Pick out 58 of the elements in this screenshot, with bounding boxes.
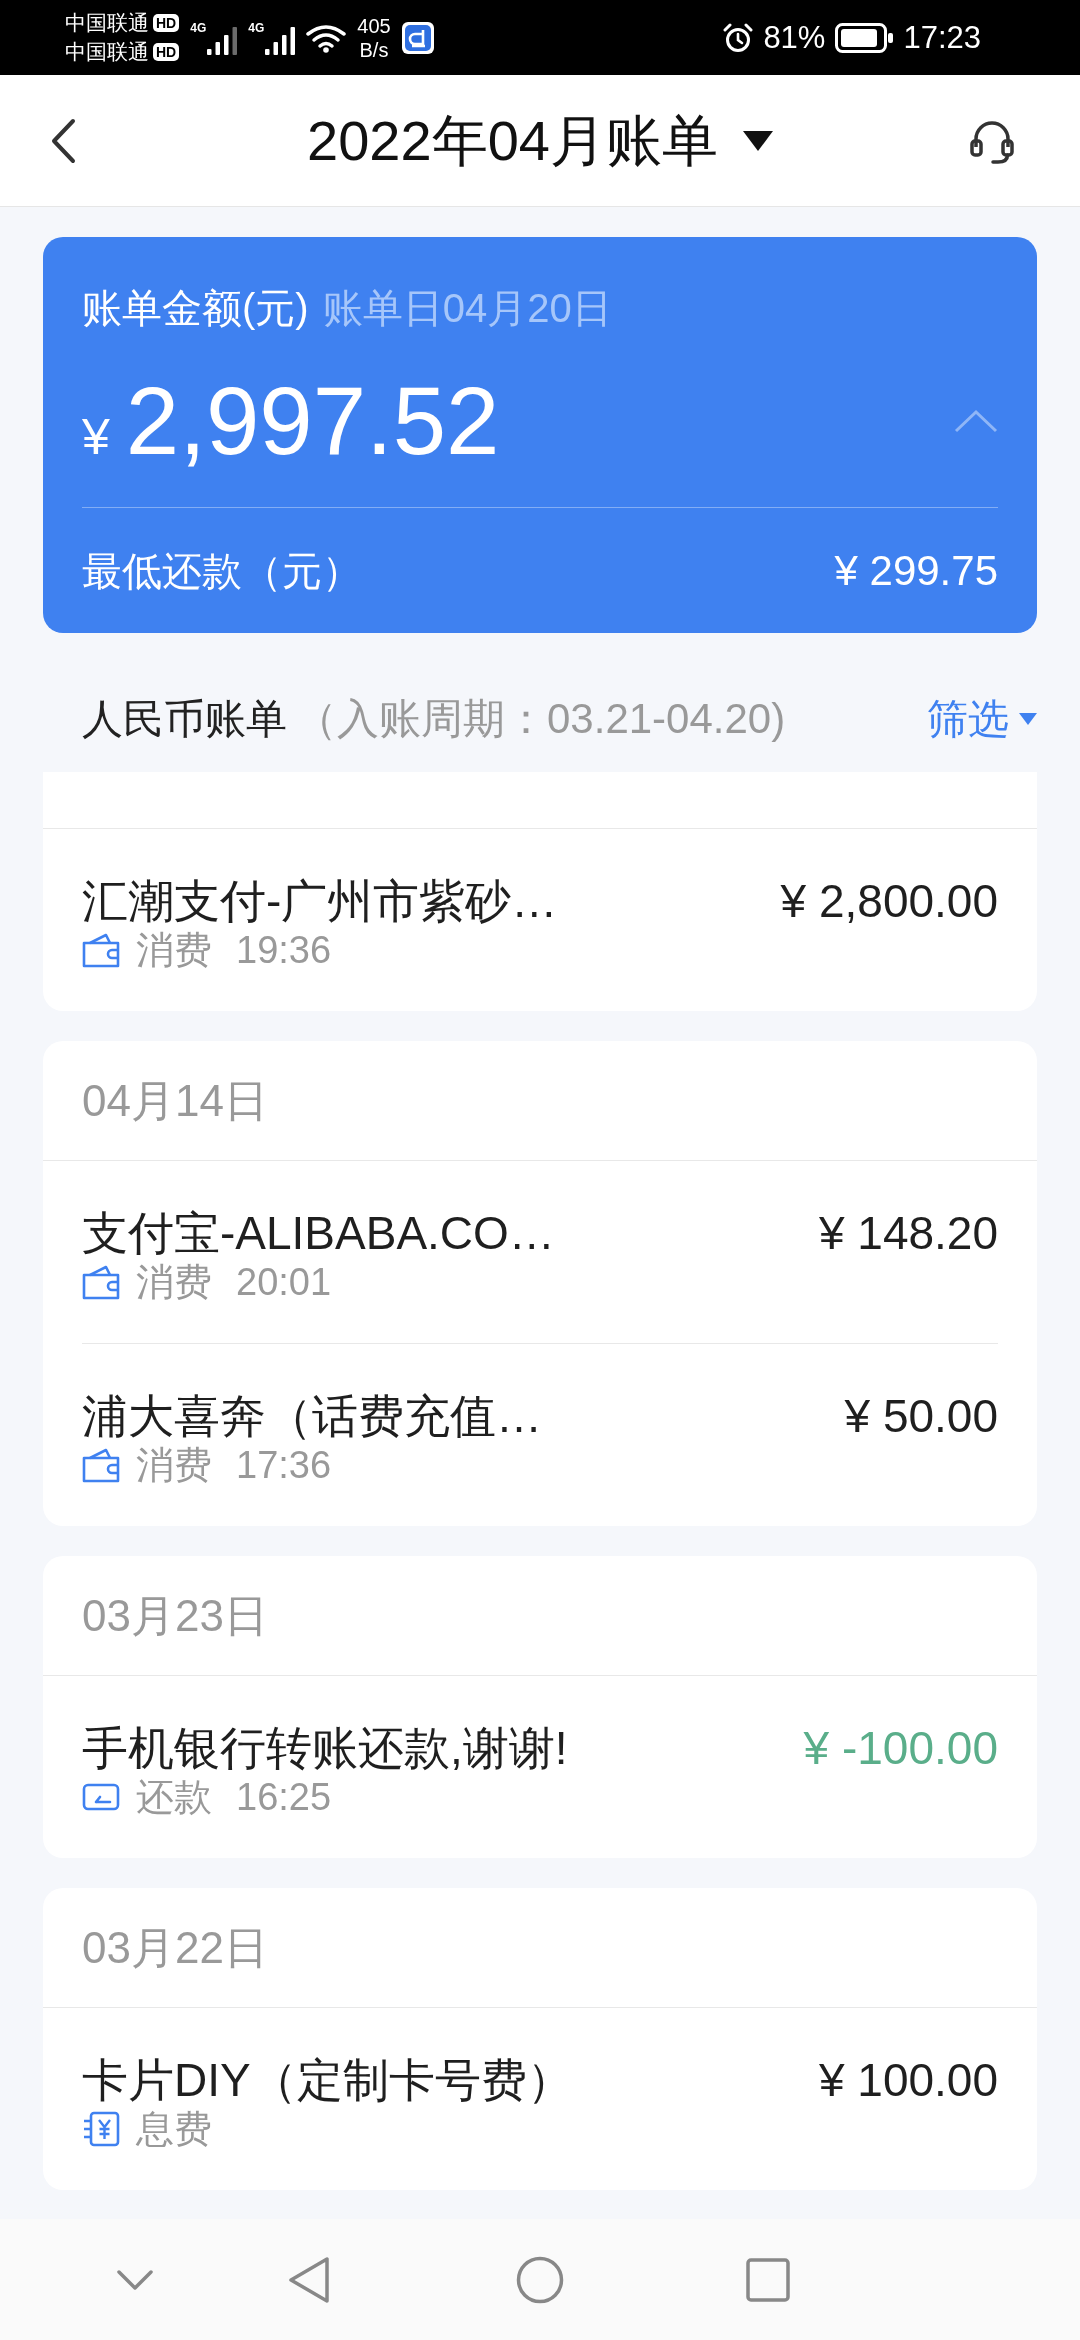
network-speed: 405 <box>357 13 391 38</box>
alarm-icon <box>723 22 754 53</box>
chevron-up-icon[interactable] <box>954 409 998 433</box>
yen-document-icon <box>82 2111 120 2147</box>
card-icon <box>82 1782 120 1812</box>
transaction-amount: ¥ 100.00 <box>818 2053 998 2108</box>
transaction-category: 消费 <box>136 1444 212 1486</box>
transaction-amount: ¥ 2,800.00 <box>780 874 998 929</box>
network-type: 4G <box>190 20 207 35</box>
hd-badge: HD <box>153 14 180 32</box>
wifi-icon <box>306 22 347 53</box>
transaction-time: 19:36 <box>236 929 332 971</box>
wallet-icon <box>82 1264 120 1300</box>
date-header: 03月23日 <box>82 1589 268 1642</box>
currency-symbol: ¥ <box>82 408 110 467</box>
clock-time: 17:23 <box>903 19 981 56</box>
signal-icon <box>265 26 296 55</box>
home-icon[interactable] <box>516 2255 564 2304</box>
transaction-category: 还款 <box>136 1776 212 1818</box>
transaction-time: 20:01 <box>236 1261 332 1303</box>
transaction-category: 消费 <box>136 1261 212 1303</box>
transaction-title: 浦大喜奔（话费充值… <box>82 1389 542 1444</box>
signal-icon <box>207 26 238 55</box>
transaction-time: 16:25 <box>236 1776 332 1818</box>
carrier-name: 中国联通 <box>65 39 149 65</box>
min-payment-amount: ¥ 299.75 <box>834 545 998 596</box>
network-type: 4G <box>248 20 265 35</box>
date-header: 03月22日 <box>82 1921 268 1974</box>
hd-badge: HD <box>153 43 180 61</box>
transaction-amount: ¥ 50.00 <box>844 1389 998 1444</box>
min-payment-label: 最低还款（元） <box>82 547 362 595</box>
transaction-title: 手机银行转账还款,谢谢! <box>82 1721 568 1776</box>
date-header: 04月14日 <box>82 1074 268 1127</box>
section-title: 人民币账单 <box>82 695 287 744</box>
transaction-title: 卡片DIY（定制卡号费） <box>82 2053 573 2108</box>
transaction-title: 支付宝-ALIBABA.CO… <box>82 1206 555 1261</box>
bill-date: 账单日04月20日 <box>322 285 612 332</box>
transaction-title: 汇潮支付-广州市紫砂… <box>82 874 558 929</box>
recents-icon[interactable] <box>746 2257 790 2302</box>
billing-period: （入账周期：03.21-04.20) <box>295 694 786 744</box>
transaction-amount: ¥ 148.20 <box>818 1206 998 1261</box>
caret-icon <box>1019 713 1037 725</box>
transaction-category: 消费 <box>136 929 212 971</box>
speed-unit: B/s <box>359 37 389 62</box>
wallet-icon <box>82 1447 120 1483</box>
transaction-time: 17:36 <box>236 1444 332 1486</box>
transaction-amount: ¥ -100.00 <box>803 1721 998 1776</box>
bill-amount: 2,997.52 <box>125 366 500 476</box>
caret-icon <box>742 130 773 151</box>
carrier-name: 中国联通 <box>65 10 149 36</box>
battery-percent: 81% <box>763 19 826 56</box>
transaction-category: 息费 <box>136 2108 212 2150</box>
bill-amount-label: 账单金额(元) <box>82 285 309 332</box>
wallet-icon <box>82 932 120 968</box>
chevron-down-icon[interactable] <box>116 2268 154 2291</box>
back-icon[interactable] <box>49 117 77 164</box>
battery-icon <box>835 22 894 53</box>
app-icon <box>401 21 434 54</box>
